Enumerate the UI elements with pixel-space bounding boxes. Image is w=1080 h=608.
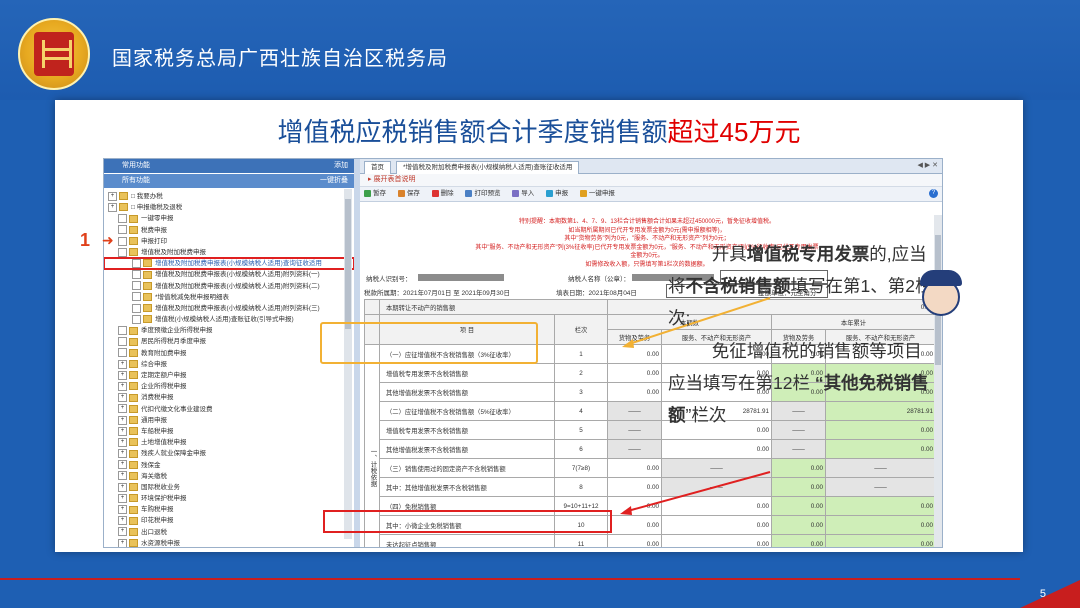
red-corner-decoration	[1020, 580, 1080, 608]
red-arrow-line	[623, 471, 771, 513]
orange-arrowhead-icon	[622, 339, 634, 348]
bottom-red-line	[0, 578, 1020, 580]
page-number: 5	[1039, 588, 1046, 600]
explanation-callout: 开具增值税专用发票的,应当将不含税销售额填写在第1、第2栏次; 免征增值税的销售…	[668, 238, 934, 431]
callout-paragraph-2: 免征增值税的销售额等项目应当填写在第12栏 “其他免税销售额”栏次	[668, 340, 929, 426]
tax-officer-mascot-icon	[920, 270, 962, 316]
red-arrowhead-icon	[620, 506, 632, 515]
callout-paragraph-1: 开具增值税专用发票的,应当将不含税销售额填写在第1、第2栏次;	[668, 244, 933, 329]
